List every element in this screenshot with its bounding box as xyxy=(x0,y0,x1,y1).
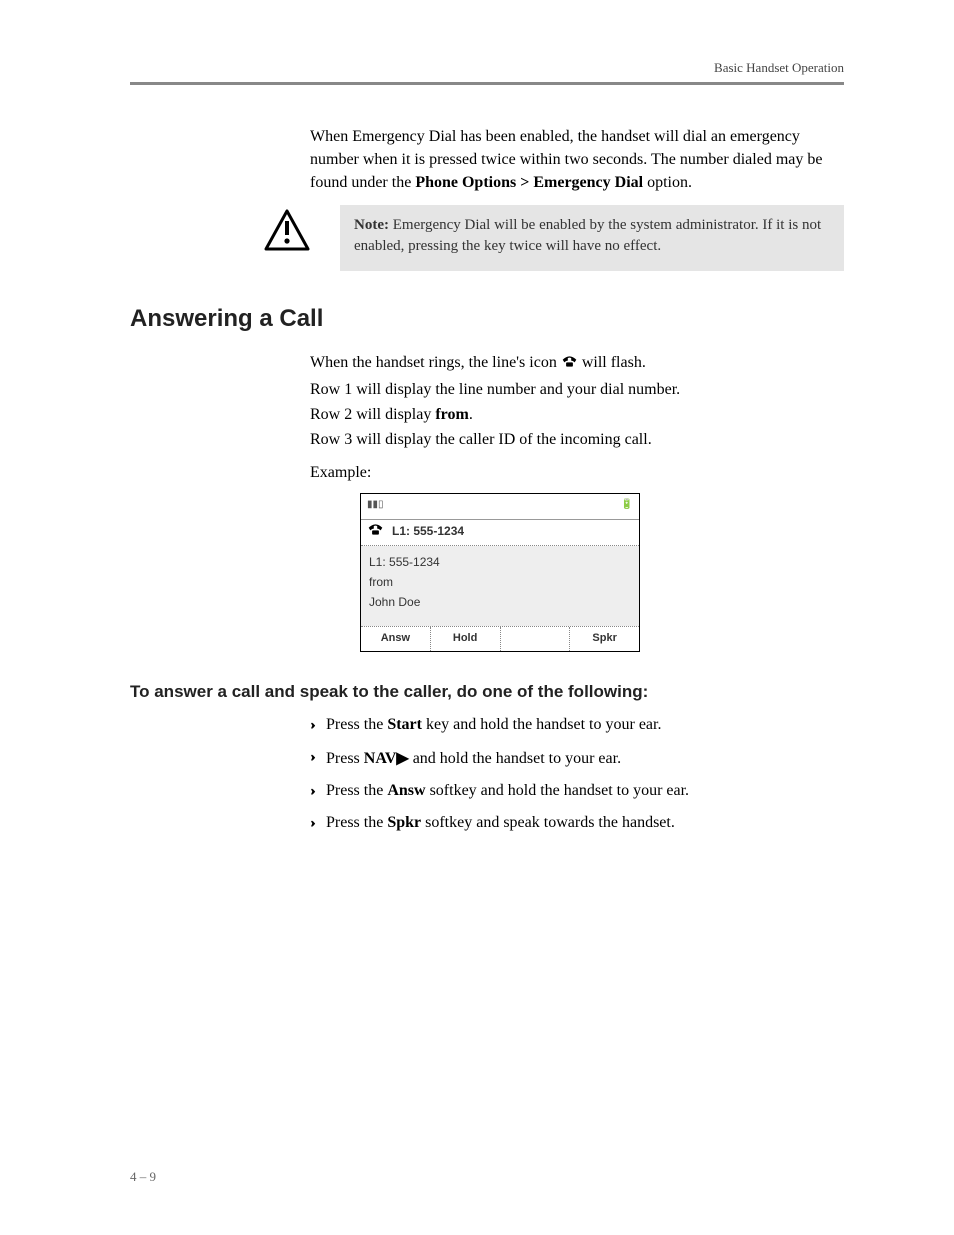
lcd-area: L1: 555-1234 from John Doe xyxy=(361,546,639,626)
chevron-right-icon: ›› xyxy=(310,782,312,800)
header-rule xyxy=(130,82,844,85)
s3a: Press the xyxy=(326,782,387,799)
ring-l3c: . xyxy=(469,406,473,423)
note-lead: Note: xyxy=(354,217,389,233)
step-2: ›› Press NAV▶ and hold the handset to yo… xyxy=(310,748,844,768)
ring-l3b: from xyxy=(435,406,468,423)
sub-heading-answer-steps: To answer a call and speak to the caller… xyxy=(130,682,844,702)
s1c: key and hold the handset to your ear. xyxy=(422,716,662,733)
chevron-right-icon: ›› xyxy=(310,716,312,734)
chevron-right-icon: ›› xyxy=(310,748,312,766)
status-bar: ▮▮▯ 🔋 xyxy=(361,494,639,520)
signal-icon: ▮▮▯ xyxy=(367,498,384,519)
s1-key: Start xyxy=(387,716,422,733)
s4c: softkey and speak towards the handset. xyxy=(421,814,675,831)
emergency-dial-paragraph: When Emergency Dial has been enabled, th… xyxy=(310,125,844,195)
note-body: Emergency Dial will be enabled by the sy… xyxy=(354,217,821,254)
s2a: Press xyxy=(326,750,364,767)
s4a: Press the xyxy=(326,814,387,831)
ring-line-2: Row 1 will display the line number and y… xyxy=(310,378,844,401)
running-header: Basic Handset Operation xyxy=(130,60,844,76)
phone-line-icon xyxy=(561,353,578,376)
ring-line-1: When the handset rings, the line's icon … xyxy=(310,351,844,376)
softkey-spkr: Spkr xyxy=(570,627,639,651)
line-label: L1: 555-1234 xyxy=(392,523,464,540)
menu-path: Phone Options > Emergency Dial xyxy=(415,174,643,191)
lcd-row-2: from xyxy=(369,572,631,592)
softkey-answ: Answ xyxy=(361,627,431,651)
section-heading-answering: Answering a Call xyxy=(130,305,844,333)
chevron-right-icon: ›› xyxy=(310,814,312,832)
note-box: Note: Emergency Dial will be enabled by … xyxy=(340,205,844,271)
step-1: ›› Press the Start key and hold the hand… xyxy=(310,716,844,734)
example-label: Example: xyxy=(310,461,844,484)
line-strip: L1: 555-1234 xyxy=(361,520,639,546)
ring-l1b: will flash. xyxy=(578,354,646,371)
softkey-blank xyxy=(501,627,571,651)
step-3: ›› Press the Answ softkey and hold the h… xyxy=(310,782,844,800)
lcd-row-1: L1: 555-1234 xyxy=(369,552,631,572)
ring-l3a: Row 2 will display xyxy=(310,406,435,423)
s3-key: Answ xyxy=(387,782,425,799)
s4-key: Spkr xyxy=(387,814,421,831)
s2c: and hold the handset to your ear. xyxy=(409,750,621,767)
s3c: softkey and hold the handset to your ear… xyxy=(426,782,690,799)
softkey-row: Answ Hold Spkr xyxy=(361,626,639,651)
s2-key: NAV▶ xyxy=(364,750,409,767)
intro-text-c: option. xyxy=(643,174,692,191)
handset-screen-mock: ▮▮▯ 🔋 L1: 555-1234 L1: 555-1234 from Joh… xyxy=(360,493,640,652)
battery-icon: 🔋 xyxy=(621,498,633,519)
ring-l1a: When the handset rings, the line's icon xyxy=(310,354,561,371)
phone-line-icon xyxy=(367,522,384,542)
step-4: ›› Press the Spkr softkey and speak towa… xyxy=(310,814,844,832)
page-number: 4 – 9 xyxy=(130,1169,156,1185)
ring-line-3: Row 2 will display from. xyxy=(310,403,844,426)
warning-triangle-icon xyxy=(264,209,310,256)
lcd-row-3: John Doe xyxy=(369,592,631,612)
ring-line-4: Row 3 will display the caller ID of the … xyxy=(310,428,844,451)
s1a: Press the xyxy=(326,716,387,733)
softkey-hold: Hold xyxy=(431,627,501,651)
